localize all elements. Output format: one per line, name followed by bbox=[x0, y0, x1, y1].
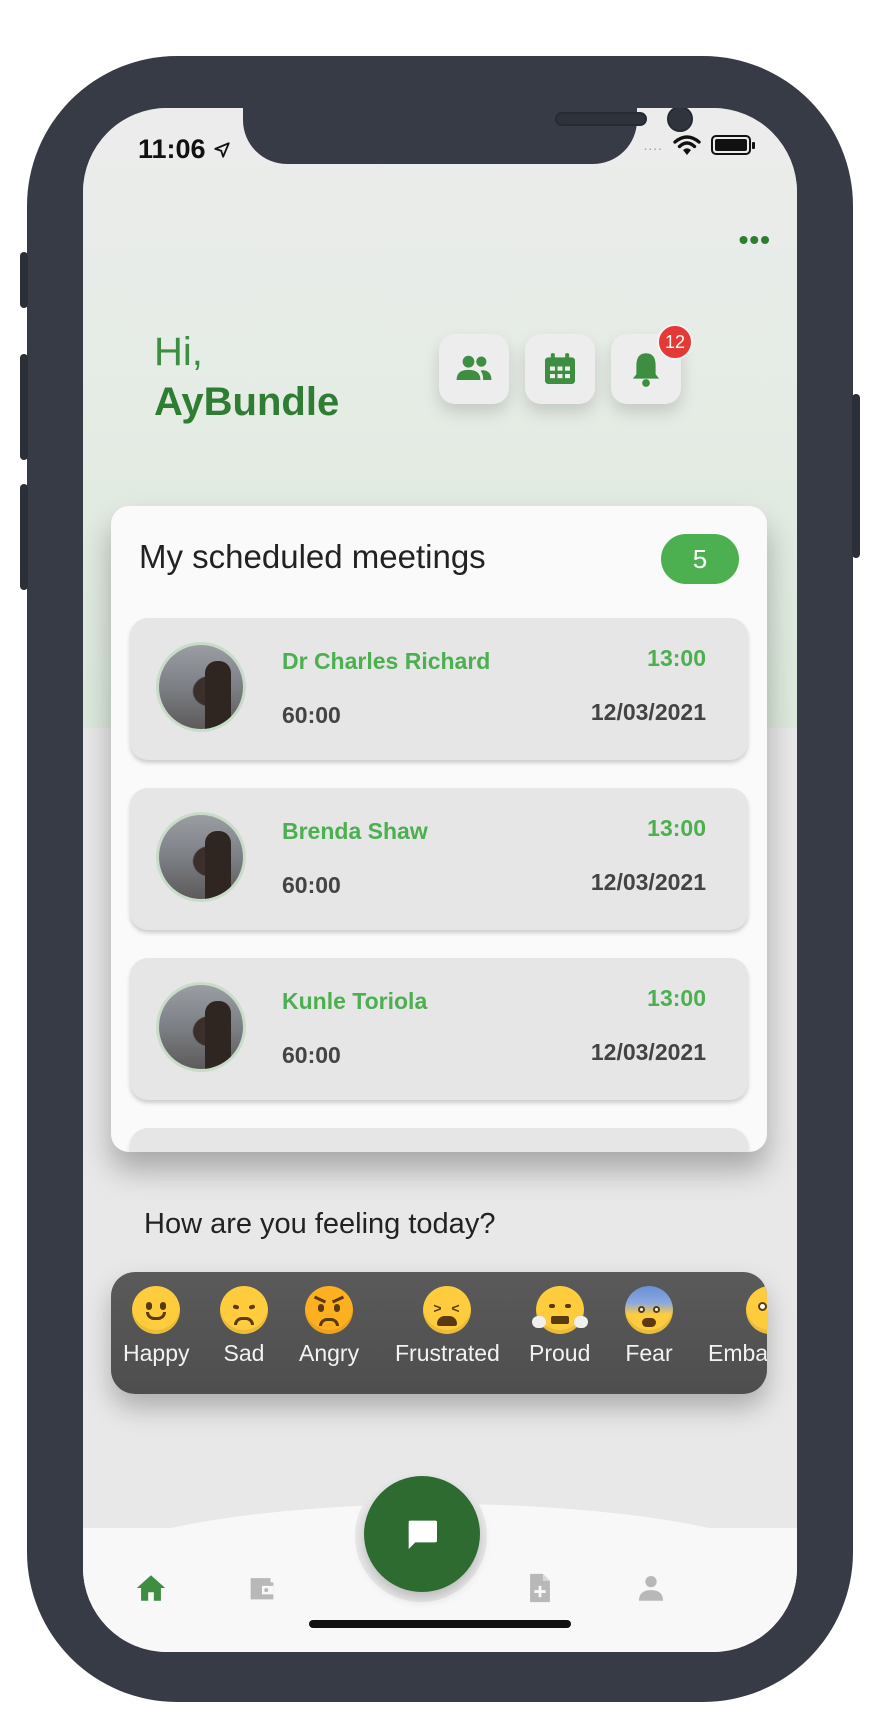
home-indicator[interactable] bbox=[309, 1620, 571, 1628]
mood-option-embarrassed[interactable]: Embar bbox=[708, 1286, 767, 1367]
chat-icon bbox=[408, 1520, 437, 1549]
wallet-icon bbox=[250, 1578, 274, 1600]
meeting-item-partial[interactable] bbox=[130, 1128, 748, 1152]
meeting-item[interactable]: Dr Charles Richard 13:00 60:00 12/03/202… bbox=[130, 618, 748, 760]
meeting-time: 13:00 bbox=[647, 645, 706, 671]
angry-emoji-icon bbox=[305, 1286, 354, 1334]
meeting-duration: 60:00 bbox=[282, 872, 341, 898]
mood-option-frustrated[interactable]: > < Frustrated bbox=[395, 1286, 500, 1367]
avatar bbox=[156, 812, 246, 902]
mood-option-happy[interactable]: Happy bbox=[123, 1286, 189, 1367]
app-screen: 11:06 .... ••• Hi, AyBundle 12 My schedu… bbox=[83, 108, 797, 1652]
meeting-duration: 60:00 bbox=[282, 1042, 341, 1068]
meeting-person-name: Dr Charles Richard bbox=[282, 648, 491, 674]
avatar bbox=[156, 982, 246, 1072]
meeting-date: 12/03/2021 bbox=[590, 1039, 706, 1065]
scheduled-meetings-card: My scheduled meetings 5 Dr Charles Richa… bbox=[111, 506, 767, 1152]
meeting-time: 13:00 bbox=[647, 985, 706, 1011]
user-name: AyBundle bbox=[154, 380, 340, 424]
mood-selector[interactable]: Happy Sad Angry > < Frustrated Proud Fea… bbox=[111, 1272, 767, 1394]
notifications-button[interactable]: 12 bbox=[611, 324, 693, 404]
battery-icon bbox=[711, 135, 755, 155]
speaker-grille bbox=[555, 112, 647, 126]
meeting-duration: 60:00 bbox=[282, 702, 341, 728]
meetings-count-badge: 5 bbox=[661, 534, 739, 584]
calendar-icon bbox=[545, 353, 575, 384]
home-icon bbox=[136, 1575, 166, 1601]
nav-documents[interactable] bbox=[518, 1566, 562, 1610]
signal-icon: .... bbox=[643, 137, 663, 153]
embarrassed-emoji-icon bbox=[746, 1286, 767, 1334]
mood-question: How are you feeling today? bbox=[144, 1208, 496, 1240]
volume-down-button bbox=[20, 484, 28, 590]
meeting-date: 12/03/2021 bbox=[590, 869, 706, 895]
sad-emoji-icon bbox=[220, 1286, 268, 1334]
frustrated-emoji-icon: > < bbox=[423, 1286, 472, 1334]
mute-switch bbox=[20, 252, 28, 308]
avatar bbox=[156, 642, 246, 732]
mood-option-sad[interactable]: Sad bbox=[220, 1286, 268, 1367]
meetings-title: My scheduled meetings bbox=[139, 538, 486, 575]
mood-option-proud[interactable]: Proud bbox=[529, 1286, 590, 1367]
nav-home[interactable] bbox=[129, 1566, 173, 1610]
happy-emoji-icon bbox=[132, 1286, 181, 1334]
wifi-icon bbox=[673, 135, 701, 155]
power-button bbox=[852, 394, 860, 558]
bell-icon bbox=[632, 353, 660, 387]
chat-button[interactable] bbox=[364, 1476, 480, 1592]
document-add-icon bbox=[530, 1573, 550, 1603]
mood-option-fear[interactable]: Fear bbox=[625, 1286, 673, 1367]
meeting-person-name: Brenda Shaw bbox=[282, 818, 428, 844]
meeting-item[interactable]: Kunle Toriola 13:00 60:00 12/03/2021 bbox=[130, 958, 748, 1100]
status-time: 11:06 bbox=[138, 134, 231, 165]
greeting: Hi, bbox=[154, 330, 203, 374]
meeting-time: 13:00 bbox=[647, 815, 706, 841]
mood-option-angry[interactable]: Angry bbox=[299, 1286, 359, 1367]
proud-emoji-icon bbox=[531, 1286, 588, 1334]
more-menu-icon[interactable]: ••• bbox=[739, 224, 771, 256]
meeting-date: 12/03/2021 bbox=[590, 699, 706, 725]
notch bbox=[243, 108, 693, 164]
location-arrow-icon bbox=[214, 142, 230, 158]
contacts-button[interactable] bbox=[439, 334, 509, 404]
status-indicators: .... bbox=[643, 134, 755, 156]
nav-wallet[interactable] bbox=[240, 1566, 284, 1610]
notification-badge: 12 bbox=[657, 324, 693, 360]
people-icon bbox=[456, 355, 492, 380]
person-icon bbox=[638, 1575, 664, 1601]
fear-emoji-icon bbox=[625, 1286, 673, 1334]
meeting-person-name: Kunle Toriola bbox=[282, 988, 428, 1014]
calendar-button[interactable] bbox=[525, 334, 595, 404]
volume-up-button bbox=[20, 354, 28, 460]
nav-profile[interactable] bbox=[629, 1566, 673, 1610]
meeting-item[interactable]: Brenda Shaw 13:00 60:00 12/03/2021 bbox=[130, 788, 748, 930]
